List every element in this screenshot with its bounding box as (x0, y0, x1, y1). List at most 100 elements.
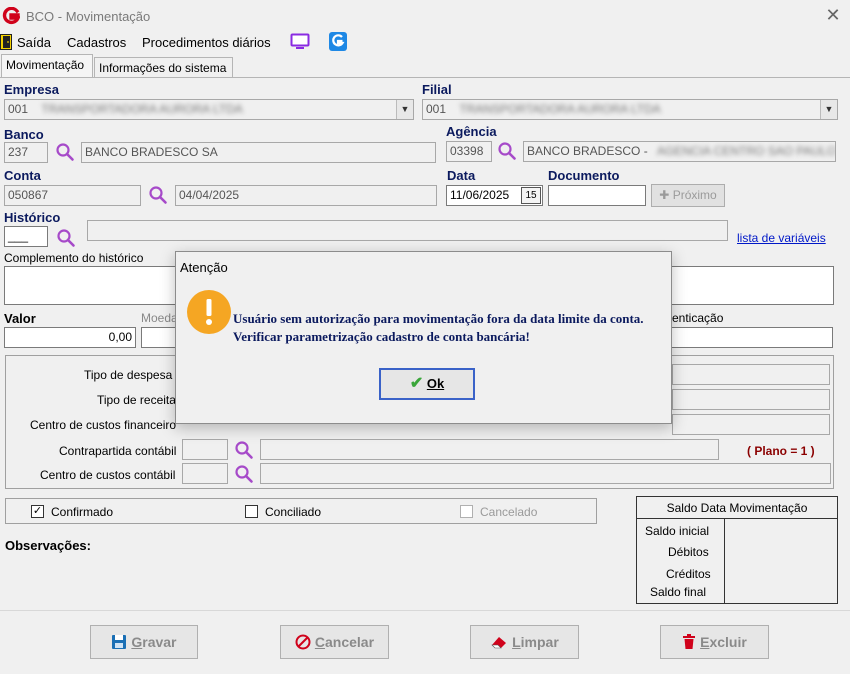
gravar-hotkey: G (131, 634, 143, 650)
centro-contabil-label: Centro de custos contábil (40, 468, 176, 482)
contrapartida-desc (260, 439, 719, 460)
cancelar-button[interactable]: Cancelar (280, 625, 389, 659)
menu-cadastros[interactable]: Cadastros (67, 35, 126, 50)
autenticacao-label: enticação (672, 311, 724, 325)
moeda-label: Moeda (141, 311, 178, 325)
proximo-button[interactable]: ✚ Próximo (651, 184, 725, 207)
filial-label: Filial (422, 82, 452, 97)
historico-desc-field (87, 220, 728, 241)
centro-financeiro-label: Centro de custos financeiro (30, 418, 177, 432)
conciliado-checkbox[interactable] (245, 505, 258, 518)
confirmado-label: Confirmado (51, 505, 114, 519)
saldo-divider (724, 519, 725, 603)
empresa-label: Empresa (4, 82, 59, 97)
cancelar-hotkey: C (314, 634, 325, 650)
complemento-label: Complemento do histórico (4, 251, 144, 265)
gravar-button[interactable]: Gravar (90, 625, 198, 659)
exit-door-icon[interactable] (0, 34, 13, 50)
saldo-creditos-label: Créditos (666, 567, 711, 581)
app-logo-icon (2, 7, 20, 25)
saldo-debitos-label: Débitos (668, 545, 709, 559)
tipo-despesa-label: Tipo de despesa (84, 368, 173, 382)
data-value: 11/06/2025 (450, 188, 510, 202)
valor-label: Valor (4, 311, 36, 326)
historico-label: Histórico (4, 210, 61, 225)
chevron-down-icon[interactable]: ▼ (396, 100, 413, 119)
agencia-label: Agência (446, 124, 497, 139)
ok-label: Ok (426, 376, 445, 391)
empresa-select[interactable]: 001 TRANSPORTADORA AURORA LTDA ▼ (4, 99, 414, 120)
calendar-icon[interactable]: 15 (521, 187, 541, 204)
autenticacao-field[interactable] (660, 327, 833, 348)
tipo-receita-label: Tipo de receita (97, 393, 176, 407)
eraser-icon (491, 637, 507, 649)
conta-number-field[interactable]: 050867 (4, 185, 141, 206)
close-icon[interactable]: ✕ (822, 4, 844, 26)
data-label: Data (447, 168, 476, 183)
cancelado-label: Cancelado (480, 505, 538, 519)
agencia-code-field[interactable]: 03398 (446, 141, 492, 162)
saldo-final-label: Saldo final (650, 585, 707, 599)
contrapartida-code[interactable] (182, 439, 228, 460)
warning-icon (187, 290, 231, 334)
filial-name: TRANSPORTADORA AURORA LTDA (459, 102, 661, 116)
excluir-label: xcluir (709, 634, 747, 650)
historico-code-field[interactable]: ___ (4, 226, 48, 247)
limpar-button[interactable]: Limpar (470, 625, 579, 659)
agencia-name: BANCO BRADESCO - (527, 144, 648, 158)
trash-icon (683, 634, 696, 649)
agencia-name-field: BANCO BRADESCO - AGENCIA CENTRO SAO PAUL… (523, 141, 836, 162)
menu-saida[interactable]: Saída (17, 35, 51, 50)
data-field[interactable]: 11/06/2025 15 (446, 185, 543, 206)
chevron-down-icon[interactable]: ▼ (820, 100, 837, 119)
menu-procedimentos[interactable]: Procedimentos diários (142, 35, 271, 50)
ok-button[interactable]: ✔ Ok (379, 368, 475, 400)
conciliado-label: Conciliado (265, 505, 322, 519)
dialog-title: Atenção (180, 260, 228, 275)
tab-movimentacao[interactable]: Movimentação (1, 54, 93, 77)
proximo-label: Próximo (672, 188, 717, 202)
observacoes-label: Observações: (5, 538, 91, 553)
tipo-despesa-desc (672, 364, 830, 385)
window-title: BCO - Movimentação (26, 9, 151, 24)
limpar-hotkey: L (512, 634, 521, 650)
tab-panel-border (0, 77, 850, 78)
search-icon[interactable] (55, 142, 75, 162)
cancelado-checkbox[interactable] (460, 505, 473, 518)
documento-label: Documento (548, 168, 620, 183)
centro-contabil-desc (260, 463, 831, 484)
monitor-icon[interactable] (290, 33, 310, 51)
search-icon[interactable] (497, 141, 517, 161)
checkmark-icon: ✔ (409, 375, 424, 392)
contrapartida-label: Contrapartida contábil (59, 444, 177, 458)
search-icon[interactable] (234, 440, 254, 460)
empresa-name: TRANSPORTADORA AURORA LTDA (41, 102, 243, 116)
lista-variaveis-link[interactable]: lista de variáveis (737, 231, 826, 245)
alert-dialog: Atenção Usuário sem autorização para mov… (175, 251, 672, 424)
plus-icon: ✚ (659, 188, 670, 202)
conta-date-limit-field: 04/04/2025 (175, 185, 437, 206)
filial-code: 001 (426, 102, 447, 116)
agencia-name-hidden: AGENCIA CENTRO SAO PAULO (657, 144, 836, 158)
banco-code-field[interactable]: 237 (4, 142, 48, 163)
excluir-button[interactable]: Excluir (660, 625, 769, 659)
saldo-title: Saldo Data Movimentação (637, 497, 837, 519)
g-logo-icon[interactable] (329, 32, 347, 51)
search-icon[interactable] (56, 228, 76, 248)
centro-contabil-code[interactable] (182, 463, 228, 484)
gravar-label: ravar (142, 634, 177, 650)
valor-field[interactable]: 0,00 (4, 327, 136, 348)
saldo-inicial-label: Saldo inicial (645, 524, 710, 538)
documento-field[interactable] (548, 185, 646, 206)
search-icon[interactable] (234, 464, 254, 484)
tab-informacoes-sistema[interactable]: Informações do sistema (94, 57, 233, 78)
search-icon[interactable] (148, 185, 168, 205)
saldo-box: Saldo Data Movimentação Saldo inicial Dé… (636, 496, 838, 604)
banco-name-field: BANCO BRADESCO SA (81, 142, 436, 163)
confirmado-checkbox[interactable]: ✓ (31, 505, 44, 518)
cancel-circle-icon (295, 634, 311, 650)
conta-label: Conta (4, 168, 41, 183)
cancelar-label: ancelar (324, 634, 375, 650)
filial-select[interactable]: 001 TRANSPORTADORA AURORA LTDA ▼ (422, 99, 838, 120)
dialog-message: Usuário sem autorização para movimentaçã… (233, 311, 644, 344)
